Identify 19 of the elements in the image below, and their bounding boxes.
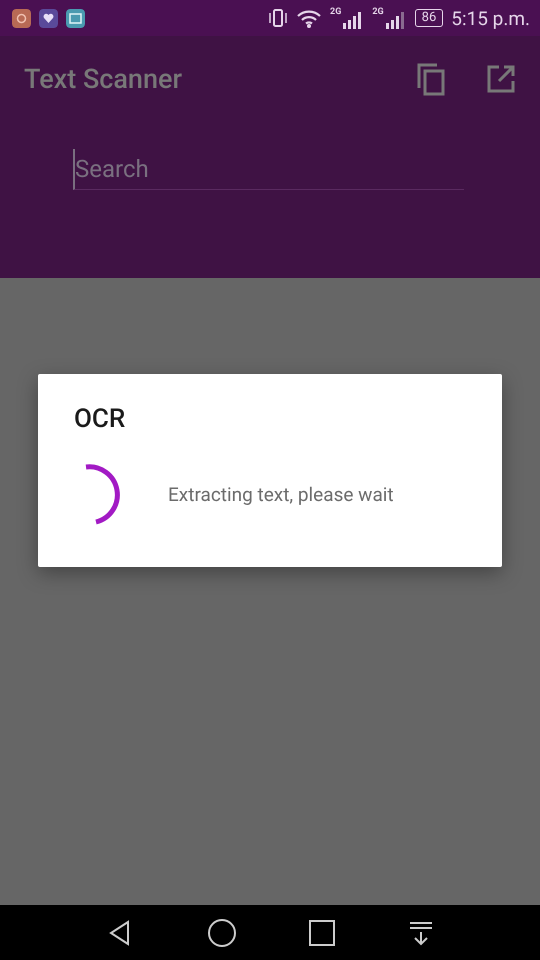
heart-notification-icon: [39, 8, 58, 28]
home-icon[interactable]: [206, 918, 237, 948]
network-type-label: 2G: [330, 7, 342, 17]
battery-indicator: 86: [414, 9, 444, 27]
image-notification-icon: [66, 8, 85, 28]
open-external-icon[interactable]: [486, 64, 516, 94]
copy-icon[interactable]: [416, 62, 446, 96]
dialog-title: OCR: [74, 404, 126, 434]
recents-icon[interactable]: [309, 920, 336, 946]
dialog-message: Extracting text, please wait: [168, 482, 394, 506]
app-notification-icon: [12, 8, 31, 28]
signal-icon: [384, 11, 407, 29]
clock-time: 5:15 p.m.: [451, 6, 530, 30]
search-field[interactable]: Search: [73, 149, 464, 190]
network-type-label: 2G: [372, 7, 384, 17]
app-title: Text Scanner: [24, 63, 184, 95]
wifi-icon: [296, 8, 322, 28]
vibrate-icon: [268, 8, 288, 28]
notification-pull-icon[interactable]: [408, 920, 434, 946]
